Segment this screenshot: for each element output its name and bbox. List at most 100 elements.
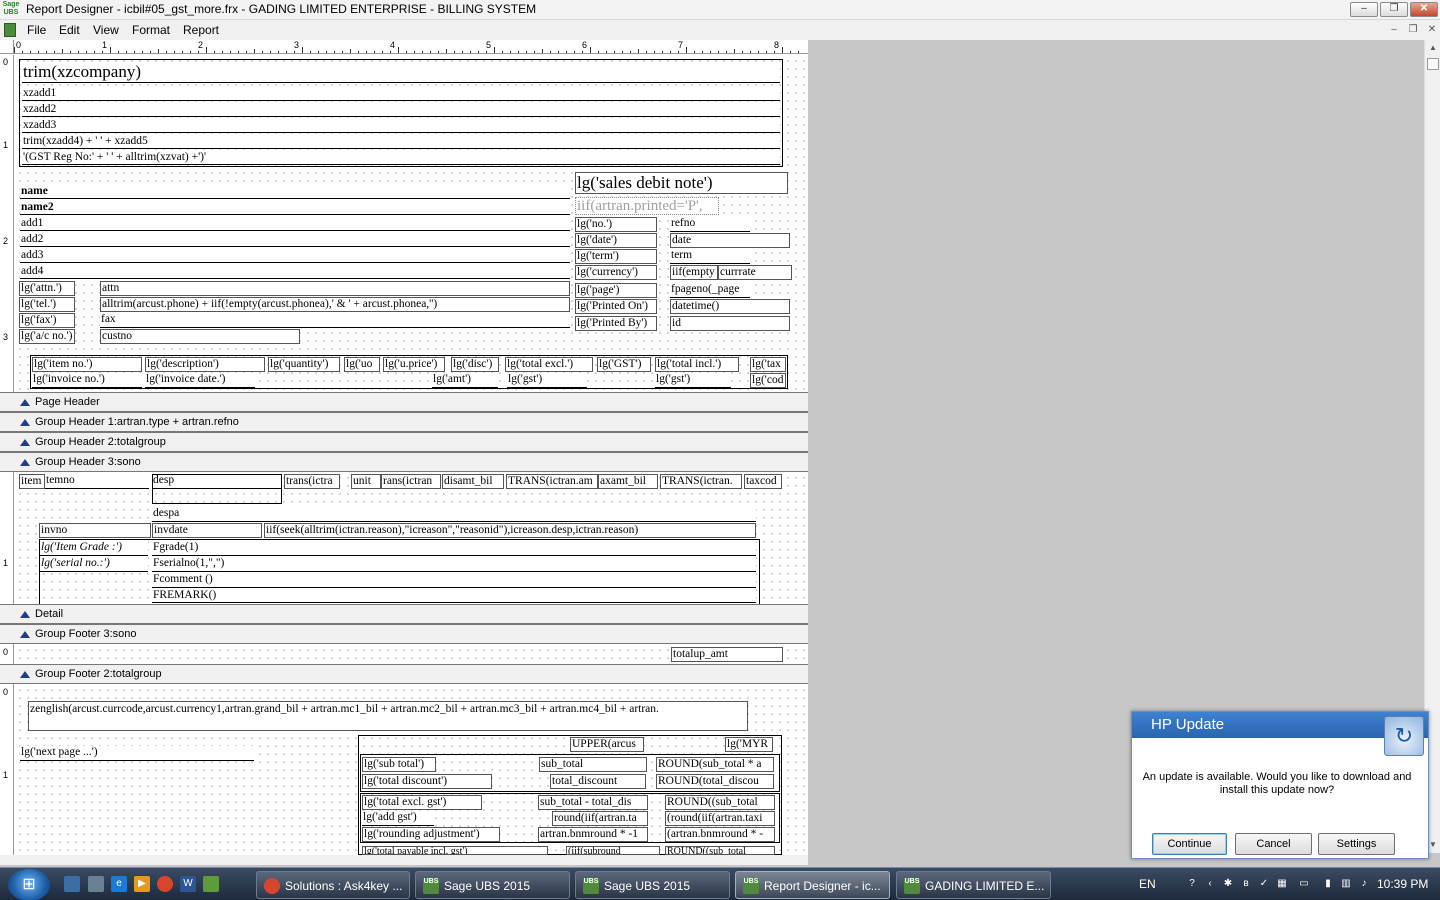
zenglish-field[interactable]: zenglish(arcust.currcode,arcust.currency…: [28, 701, 748, 731]
network-bars-icon[interactable]: ▥: [1340, 878, 1352, 890]
detail-trans-tax[interactable]: TRANS(ictran.: [660, 474, 742, 489]
col-disc[interactable]: lg('disc'): [451, 357, 499, 372]
term-field[interactable]: term: [670, 249, 750, 264]
attn-field[interactable]: attn: [100, 281, 570, 296]
lg-total-excl-gst-label[interactable]: lg('total excl. gst'): [362, 795, 482, 810]
add4-field[interactable]: add4: [20, 265, 570, 279]
addr3-field[interactable]: xzadd3: [22, 119, 780, 133]
menu-file[interactable]: File: [27, 23, 46, 37]
desp-box[interactable]: [152, 474, 282, 504]
menu-format[interactable]: Format: [132, 23, 170, 37]
band-group-footer-3[interactable]: Group Footer 3:sono: [0, 624, 808, 644]
fserial-field[interactable]: Fserialno(1,","): [152, 557, 756, 572]
detail-invdate[interactable]: invdate: [152, 523, 262, 538]
addr4-field[interactable]: trim(xzadd4) + ' ' + xzadd5: [22, 135, 780, 149]
collapse-triangle-icon[interactable]: [20, 671, 30, 678]
myr-field[interactable]: lg('MYR: [725, 737, 773, 752]
add1-field[interactable]: add1: [20, 217, 570, 231]
round-iif-2-field[interactable]: (round(iif(artran.taxi: [665, 811, 775, 826]
col-uom[interactable]: lg('uo: [344, 357, 380, 372]
continue-button[interactable]: Continue: [1152, 833, 1227, 855]
band-group-header-1[interactable]: Group Header 1:artran.type + artran.refn…: [0, 412, 808, 432]
col-gst[interactable]: lg('GST'): [597, 357, 651, 372]
lg-fax-label[interactable]: lg('fax'): [19, 313, 75, 328]
refno-field[interactable]: refno: [670, 217, 750, 232]
collapse-triangle-icon[interactable]: [20, 439, 30, 446]
internet-explorer-icon[interactable]: e: [111, 876, 127, 892]
menu-report[interactable]: Report: [183, 23, 219, 37]
detail-trans-amt[interactable]: TRANS(ictran.am: [506, 474, 598, 489]
collapse-triangle-icon[interactable]: [20, 631, 30, 638]
lg-term-label[interactable]: lg('term'): [575, 249, 657, 264]
cancel-button[interactable]: Cancel: [1235, 833, 1312, 855]
lg-currency-label[interactable]: lg('currency'): [575, 265, 657, 280]
detail-despa[interactable]: despa: [152, 507, 756, 522]
custno-field[interactable]: custno: [100, 329, 300, 344]
collapse-triangle-icon[interactable]: [20, 459, 30, 466]
upper-field[interactable]: UPPER(arcus: [570, 737, 644, 752]
collapse-triangle-icon[interactable]: [20, 399, 30, 406]
fgrade-field[interactable]: Fgrade(1): [152, 541, 756, 556]
tray-app-icon[interactable]: ✱: [1222, 878, 1234, 890]
company-field[interactable]: trim(xzcompany): [22, 62, 780, 83]
band-page-header[interactable]: Page Header: [0, 392, 808, 412]
volume-icon[interactable]: ♪: [1358, 878, 1370, 890]
mdi-minimize-button[interactable]: –: [1386, 23, 1402, 38]
date-field[interactable]: date: [670, 233, 790, 248]
scroll-thumb[interactable]: [1427, 58, 1439, 70]
taskbar-item-report-designer[interactable]: UBS Report Designer - ic...: [735, 871, 890, 899]
show-desktop-icon[interactable]: [64, 876, 80, 892]
menu-view[interactable]: View: [93, 23, 119, 37]
collapse-triangle-icon[interactable]: [20, 419, 30, 426]
total-discount-field[interactable]: total_discount: [550, 774, 646, 789]
explorer-icon[interactable]: [88, 876, 104, 892]
clock[interactable]: 10:39 PM: [1377, 877, 1428, 891]
start-button-windows-icon[interactable]: ⊞: [8, 869, 50, 900]
col-item-no[interactable]: lg('item no.'): [32, 357, 142, 372]
check-icon[interactable]: ✓: [1258, 878, 1270, 890]
col-description[interactable]: lg('description'): [145, 357, 265, 372]
band-group-header-3[interactable]: Group Header 3:sono: [0, 452, 808, 472]
menu-edit[interactable]: Edit: [59, 23, 80, 37]
lg-item-grade-label[interactable]: lg('Item Grade :'): [40, 541, 148, 556]
detail-invno[interactable]: invno: [39, 523, 151, 538]
round-sub-total-3-field[interactable]: ROUND((sub_total: [665, 846, 775, 855]
round-total-discount-field[interactable]: ROUND(total_discou: [656, 774, 774, 789]
col-invoice-date[interactable]: lg('invoice date.'): [145, 373, 255, 388]
lg-no-label[interactable]: lg('no.'): [575, 217, 657, 232]
horizontal-scrollbar[interactable]: [0, 855, 808, 865]
round-iif-field[interactable]: round(iif(artran.ta: [552, 811, 648, 826]
detail-taxcode[interactable]: taxcod: [744, 474, 782, 489]
detail-disamt[interactable]: disamt_bil: [442, 474, 504, 489]
detail-unit[interactable]: unit: [351, 474, 381, 489]
power-icon[interactable]: ▮: [1322, 878, 1334, 890]
detail-reason[interactable]: iif(seek(alltrim(ictran.reason),"icreaso…: [264, 523, 756, 538]
addr2-field[interactable]: xzadd2: [22, 103, 780, 117]
restore-button[interactable]: ❐: [1380, 2, 1408, 17]
name2-field[interactable]: name2: [20, 201, 570, 215]
help-icon[interactable]: ?: [1186, 878, 1198, 890]
lg-printed-on-label[interactable]: lg('Printed On'): [575, 299, 657, 314]
sub-total-dis-field[interactable]: sub_total - total_dis: [538, 795, 648, 810]
band-group-header-2[interactable]: Group Header 2:totalgroup: [0, 432, 808, 452]
add3-field[interactable]: add3: [20, 249, 570, 263]
datetime-field[interactable]: datetime(): [670, 299, 790, 314]
document-icon[interactable]: [4, 23, 16, 37]
next-page-field[interactable]: lg('next page ...'): [20, 746, 254, 761]
chevron-left-icon[interactable]: ‹: [1204, 878, 1216, 890]
currrate-field[interactable]: currrate: [718, 265, 792, 280]
col-gst-3[interactable]: lg('gst'): [655, 373, 731, 388]
minimize-button[interactable]: –: [1350, 2, 1378, 17]
lg-tel-label[interactable]: lg('tel.'): [19, 297, 75, 312]
totalup-amt-field[interactable]: totalup_amt: [671, 647, 783, 662]
detail-itemno[interactable]: temno: [45, 474, 149, 489]
fax-field[interactable]: fax: [100, 313, 570, 328]
fcomment-field[interactable]: Fcomment (): [152, 573, 756, 588]
band-group-footer-2[interactable]: Group Footer 2:totalgroup: [0, 664, 808, 684]
col-gst-2[interactable]: lg('gst'): [507, 373, 587, 388]
detail-trans-qty[interactable]: trans(ictra: [284, 474, 340, 489]
notes-icon[interactable]: [203, 876, 219, 892]
bnmround-2-field[interactable]: (artran.bnmround * -: [665, 827, 775, 842]
col-invoice-no[interactable]: lg('invoice no.'): [32, 373, 142, 388]
word-icon[interactable]: W: [180, 876, 196, 892]
